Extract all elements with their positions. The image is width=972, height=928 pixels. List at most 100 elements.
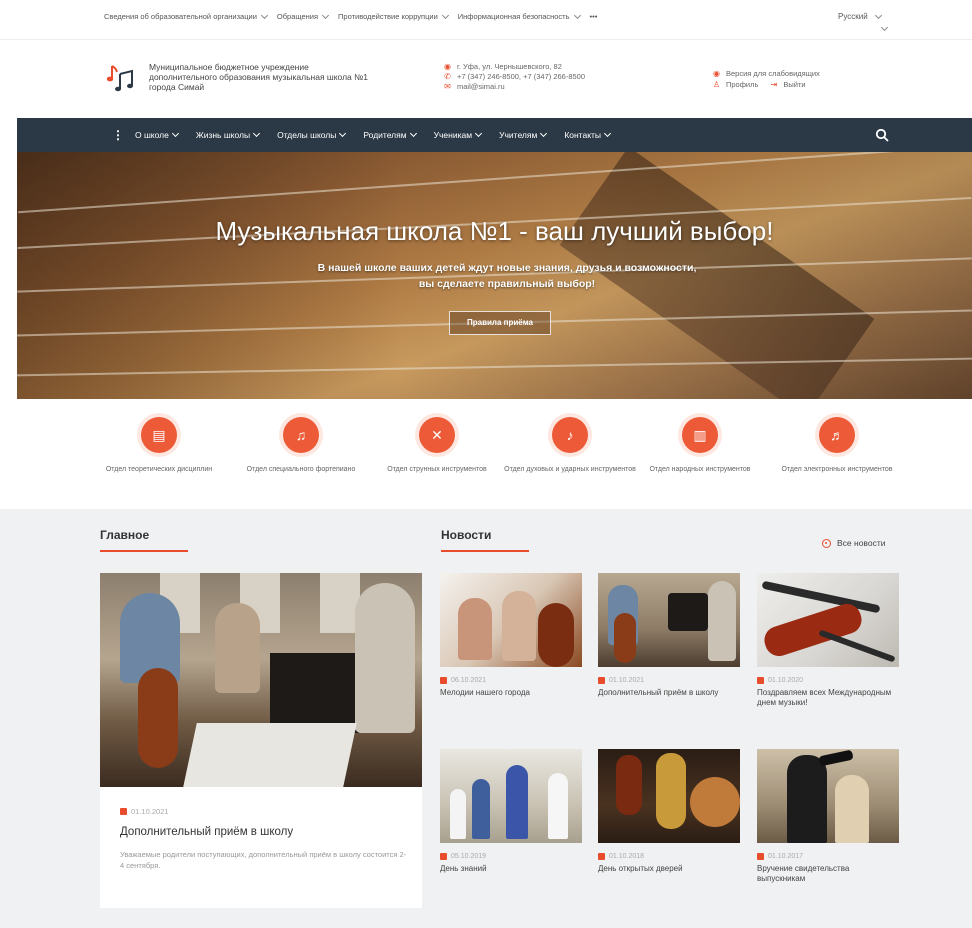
search-icon[interactable]	[875, 128, 889, 142]
chevron-down-icon	[171, 129, 179, 138]
nav-item-students[interactable]: Ученикам	[433, 129, 483, 140]
nav-item-school-life[interactable]: Жизнь школы	[195, 129, 261, 140]
child-figure	[708, 581, 736, 661]
news-date: 01.10.2017	[757, 853, 899, 860]
chevron-down-icon	[441, 11, 449, 19]
nav-item-label: Учителям	[499, 130, 538, 140]
child-figure	[502, 591, 536, 661]
email-link[interactable]: mail@simai.ru	[457, 82, 505, 92]
top-menu-item-anticorruption[interactable]: Противодействие коррупции	[338, 11, 449, 21]
news-date: 06.10.2021	[440, 677, 582, 684]
calendar-icon	[120, 808, 127, 815]
more-vertical-icon[interactable]: ⋮	[112, 128, 124, 142]
nav-item-label: Ученикам	[433, 130, 473, 140]
organization-name[interactable]: Муниципальное бюджетное учреждение допол…	[149, 62, 429, 92]
child-figure	[215, 603, 260, 693]
calendar-icon	[598, 677, 605, 684]
news-card[interactable]: 01.10.2018 День открытых дверей	[598, 749, 740, 874]
chevron-down-icon	[475, 129, 483, 138]
piano-figure	[270, 653, 360, 733]
department-label: Отдел электронных инструментов	[781, 466, 893, 473]
org-name-line: дополнительного образования музыкальная …	[149, 72, 368, 82]
nav-item-teachers[interactable]: Учителям	[499, 129, 548, 140]
news-title[interactable]: День открытых дверей	[598, 864, 740, 874]
more-menu-button[interactable]: •••	[590, 12, 598, 21]
nav-item-about[interactable]: О школе	[135, 129, 179, 140]
date-text: 01.10.2020	[768, 677, 804, 684]
top-menu: Сведения об образовательной организации …	[104, 11, 598, 21]
nav-item-parents[interactable]: Родителям	[363, 129, 417, 140]
profile-link[interactable]: Профиль	[726, 79, 758, 90]
date-text: 06.10.2021	[451, 677, 487, 684]
violin-icon: ✕	[419, 417, 455, 453]
news-title[interactable]: Вручение свидетельства выпускникам	[757, 864, 899, 884]
news-title[interactable]: Мелодии нашего города	[440, 688, 582, 698]
department-piano[interactable]: ♫ Отдел специального фортепиано	[226, 417, 376, 474]
music-notes-logo-icon[interactable]	[106, 62, 136, 92]
department-label: Отдел струнных инструментов	[387, 466, 487, 473]
nav-item-label: Контакты	[564, 130, 602, 140]
synthesizer-icon: ♬	[819, 417, 855, 453]
featured-article-title[interactable]: Дополнительный приём в школу	[120, 826, 293, 838]
eye-icon: ◉	[713, 69, 720, 78]
department-folk[interactable]: ▥ Отдел народных инструментов	[625, 417, 775, 474]
org-name-line: города Симай	[149, 82, 205, 92]
chevron-down-icon	[874, 11, 882, 19]
calendar-icon	[598, 853, 605, 860]
child-figure	[548, 773, 568, 839]
news-card[interactable]: 06.10.2021 Мелодии нашего города	[440, 573, 582, 698]
heading-underline	[100, 550, 188, 552]
department-strings[interactable]: ✕ Отдел струнных инструментов	[362, 417, 512, 474]
department-winds-percussion[interactable]: ♪ Отдел духовых и ударных инструментов	[495, 417, 645, 474]
all-news-link[interactable]: Все новости	[822, 538, 885, 548]
news-card[interactable]: 01.10.2020 Поздравляем всех Международны…	[757, 573, 899, 708]
graduation-cap-figure	[818, 749, 854, 767]
top-menu-item-infosec[interactable]: Информационная безопасность	[458, 11, 581, 21]
cello-figure	[538, 603, 574, 667]
top-bar: Сведения об образовательной организации …	[0, 0, 972, 40]
news-date: 01.10.2018	[598, 853, 740, 860]
nav-item-label: Отделы школы	[277, 130, 337, 140]
news-card[interactable]: 01.10.2017 Вручение свидетельства выпуск…	[757, 749, 899, 884]
news-title[interactable]: Дополнительный приём в школу	[598, 688, 740, 698]
department-theory[interactable]: ▤ Отдел теоретических дисциплин	[84, 417, 234, 474]
main-navigation: ⋮ О школе Жизнь школы Отделы школы Родит…	[17, 118, 972, 152]
chevron-down-icon	[603, 129, 612, 138]
featured-article-card[interactable]: 01.10.2021 Дополнительный приём в школу …	[100, 573, 422, 908]
top-menu-item-appeals[interactable]: Обращения	[277, 11, 330, 21]
admission-rules-button[interactable]: Правила приёма	[449, 311, 551, 335]
accessibility-link[interactable]: ◉ Версия для слабовидящих	[712, 68, 820, 79]
all-news-label: Все новости	[837, 538, 886, 548]
accessibility-label: Версия для слабовидящих	[726, 69, 820, 78]
mail-icon: ✉	[444, 82, 451, 91]
chevron-down-icon[interactable]	[880, 23, 889, 32]
piano-icon: ♫	[283, 417, 319, 453]
logout-link[interactable]: Выйти	[783, 79, 805, 90]
news-card[interactable]: 05.10.2019 День знаний	[440, 749, 582, 874]
saxophone-figure	[656, 753, 686, 829]
nav-item-contacts[interactable]: Контакты	[564, 129, 612, 140]
department-label: Отдел народных инструментов	[649, 466, 751, 473]
piano-figure	[668, 593, 708, 631]
cello-figure	[138, 668, 178, 768]
hero-subtitle: В нашей школе ваших детей ждут новые зна…	[317, 262, 697, 290]
news-card[interactable]: 01.10.2021 Дополнительный приём в школу	[598, 573, 740, 698]
nav-item-label: Жизнь школы	[195, 130, 251, 140]
language-label: Русский	[838, 12, 868, 21]
flute-figure	[761, 580, 881, 614]
nav-item-departments[interactable]: Отделы школы	[277, 129, 347, 140]
site-header: Муниципальное бюджетное учреждение допол…	[0, 40, 972, 118]
department-label: Отдел теоретических дисциплин	[105, 466, 213, 473]
department-electronic[interactable]: ♬ Отдел электронных инструментов	[762, 417, 912, 474]
news-title[interactable]: Поздравляем всех Международным днем музы…	[757, 688, 899, 708]
person-figure	[835, 775, 869, 843]
calendar-icon	[440, 853, 447, 860]
phone-text[interactable]: +7 (347) 246-8500, +7 (347) 266-8500	[457, 72, 585, 82]
contacts-block: ◉ г. Уфа, ул. Чернышевского, 82 ✆ +7 (347)…	[443, 62, 585, 92]
graduate-figure	[787, 755, 827, 843]
top-menu-item-org-info[interactable]: Сведения об образовательной организации	[104, 11, 268, 21]
news-section-heading: Новости	[441, 528, 492, 542]
child-figure	[355, 583, 415, 733]
news-title[interactable]: День знаний	[440, 864, 582, 874]
language-selector[interactable]: Русский	[838, 11, 882, 21]
